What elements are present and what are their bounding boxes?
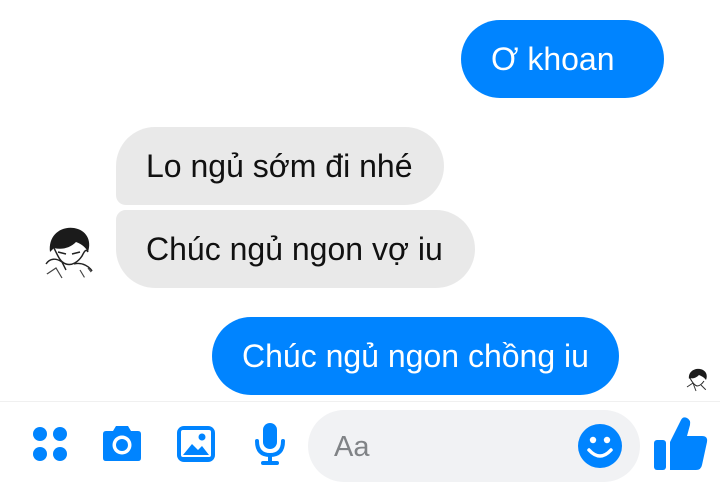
camera-button[interactable] <box>96 418 148 470</box>
composer-divider <box>0 401 720 402</box>
image-icon <box>177 426 215 462</box>
more-actions-button[interactable] <box>24 418 76 470</box>
incoming-message[interactable]: Chúc ngủ ngon vợ iu <box>116 210 475 288</box>
message-text: Ơ khoan <box>491 41 615 77</box>
voice-button[interactable] <box>244 418 296 470</box>
message-composer[interactable] <box>308 410 640 482</box>
contact-avatar-image <box>36 218 100 282</box>
microphone-icon <box>255 423 285 465</box>
seen-avatar <box>683 365 711 393</box>
thumbs-up-icon <box>654 417 708 470</box>
apps-icon <box>33 427 67 461</box>
outgoing-message[interactable]: Chúc ngủ ngon chồng iu <box>212 317 619 395</box>
incoming-message[interactable]: Lo ngủ sớm đi nhé <box>116 127 445 205</box>
message-text: Chúc ngủ ngon vợ iu <box>146 231 443 267</box>
like-button[interactable] <box>648 412 712 476</box>
seen-avatar-image <box>683 365 711 393</box>
message-text: Chúc ngủ ngon chồng iu <box>242 338 589 374</box>
camera-icon <box>103 426 141 461</box>
contact-avatar[interactable] <box>36 218 100 282</box>
emoji-button[interactable] <box>576 422 624 470</box>
outgoing-message[interactable]: Ơ khoan <box>461 20 664 98</box>
message-text: Lo ngủ sớm đi nhé <box>146 148 413 184</box>
photo-button[interactable] <box>170 418 222 470</box>
emoji-icon <box>578 424 622 468</box>
message-input[interactable] <box>332 424 566 470</box>
